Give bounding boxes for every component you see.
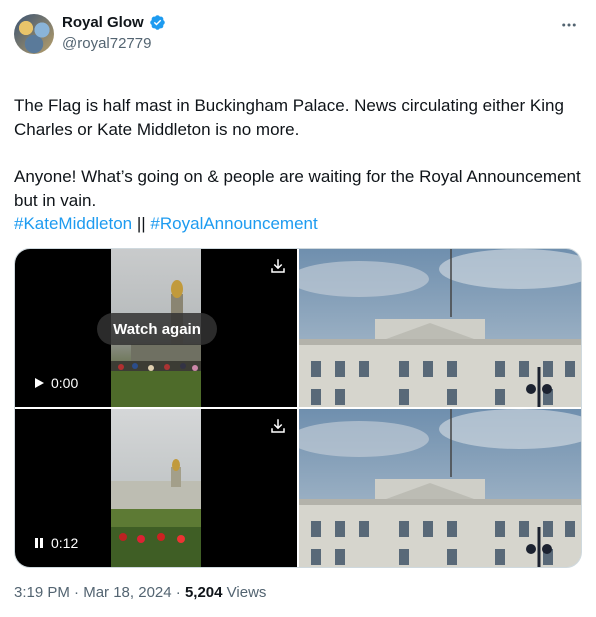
meta-dot: ·: [69, 584, 84, 601]
play-icon[interactable]: [33, 377, 45, 389]
author-name-row: Royal Glow: [62, 14, 166, 31]
download-icon[interactable]: [269, 417, 287, 435]
hashtag-royal-announcement[interactable]: #RoyalAnnouncement: [150, 214, 317, 233]
pause-icon[interactable]: [33, 537, 45, 549]
video-1[interactable]: Watch again 0:00: [15, 249, 297, 407]
verified-badge-icon: [149, 15, 165, 30]
author-display-name[interactable]: Royal Glow: [62, 14, 144, 31]
hashtag-separator: ||: [132, 214, 151, 233]
tweet-text: The Flag is half mast in Buckingham Pala…: [14, 94, 584, 236]
video-2-frame: [111, 409, 201, 567]
avatar[interactable]: [14, 14, 54, 54]
palace-photo-1: [299, 249, 581, 407]
media-grid: Watch again 0:00 0:12: [14, 248, 582, 568]
tweet-paragraph-2: Anyone! What’s going on & people are wai…: [14, 167, 581, 210]
video-1-controls[interactable]: 0:00: [33, 375, 78, 391]
views-label: Views: [222, 584, 267, 601]
watch-again-button[interactable]: Watch again: [97, 313, 217, 345]
video-2[interactable]: 0:12: [15, 409, 297, 567]
tweet-metadata: 3:19 PM · Mar 18, 2024 · 5,204 Views: [14, 584, 266, 601]
tweet-paragraph-1: The Flag is half mast in Buckingham Pala…: [14, 96, 564, 139]
author-handle[interactable]: @royal72779: [62, 35, 151, 52]
tweet-hashtags: #KateMiddleton || #RoyalAnnouncement: [14, 212, 584, 236]
more-options-icon[interactable]: [560, 16, 578, 34]
views-count: 5,204: [184, 584, 223, 601]
video-2-time: 0:12: [51, 535, 79, 551]
download-icon[interactable]: [269, 257, 287, 275]
meta-dot: ·: [171, 584, 185, 601]
tweet-time[interactable]: 3:19 PM: [14, 584, 70, 601]
video-1-time: 0:00: [51, 375, 79, 391]
hashtag-kate-middleton[interactable]: #KateMiddleton: [14, 214, 132, 233]
video-2-thumbnail: [111, 459, 201, 567]
photo-buckingham-2[interactable]: [299, 409, 581, 567]
video-2-controls[interactable]: 0:12: [33, 535, 78, 551]
palace-photo-2: [299, 409, 581, 567]
tweet-date[interactable]: Mar 18, 2024: [83, 584, 171, 601]
photo-buckingham-1[interactable]: [299, 249, 581, 407]
